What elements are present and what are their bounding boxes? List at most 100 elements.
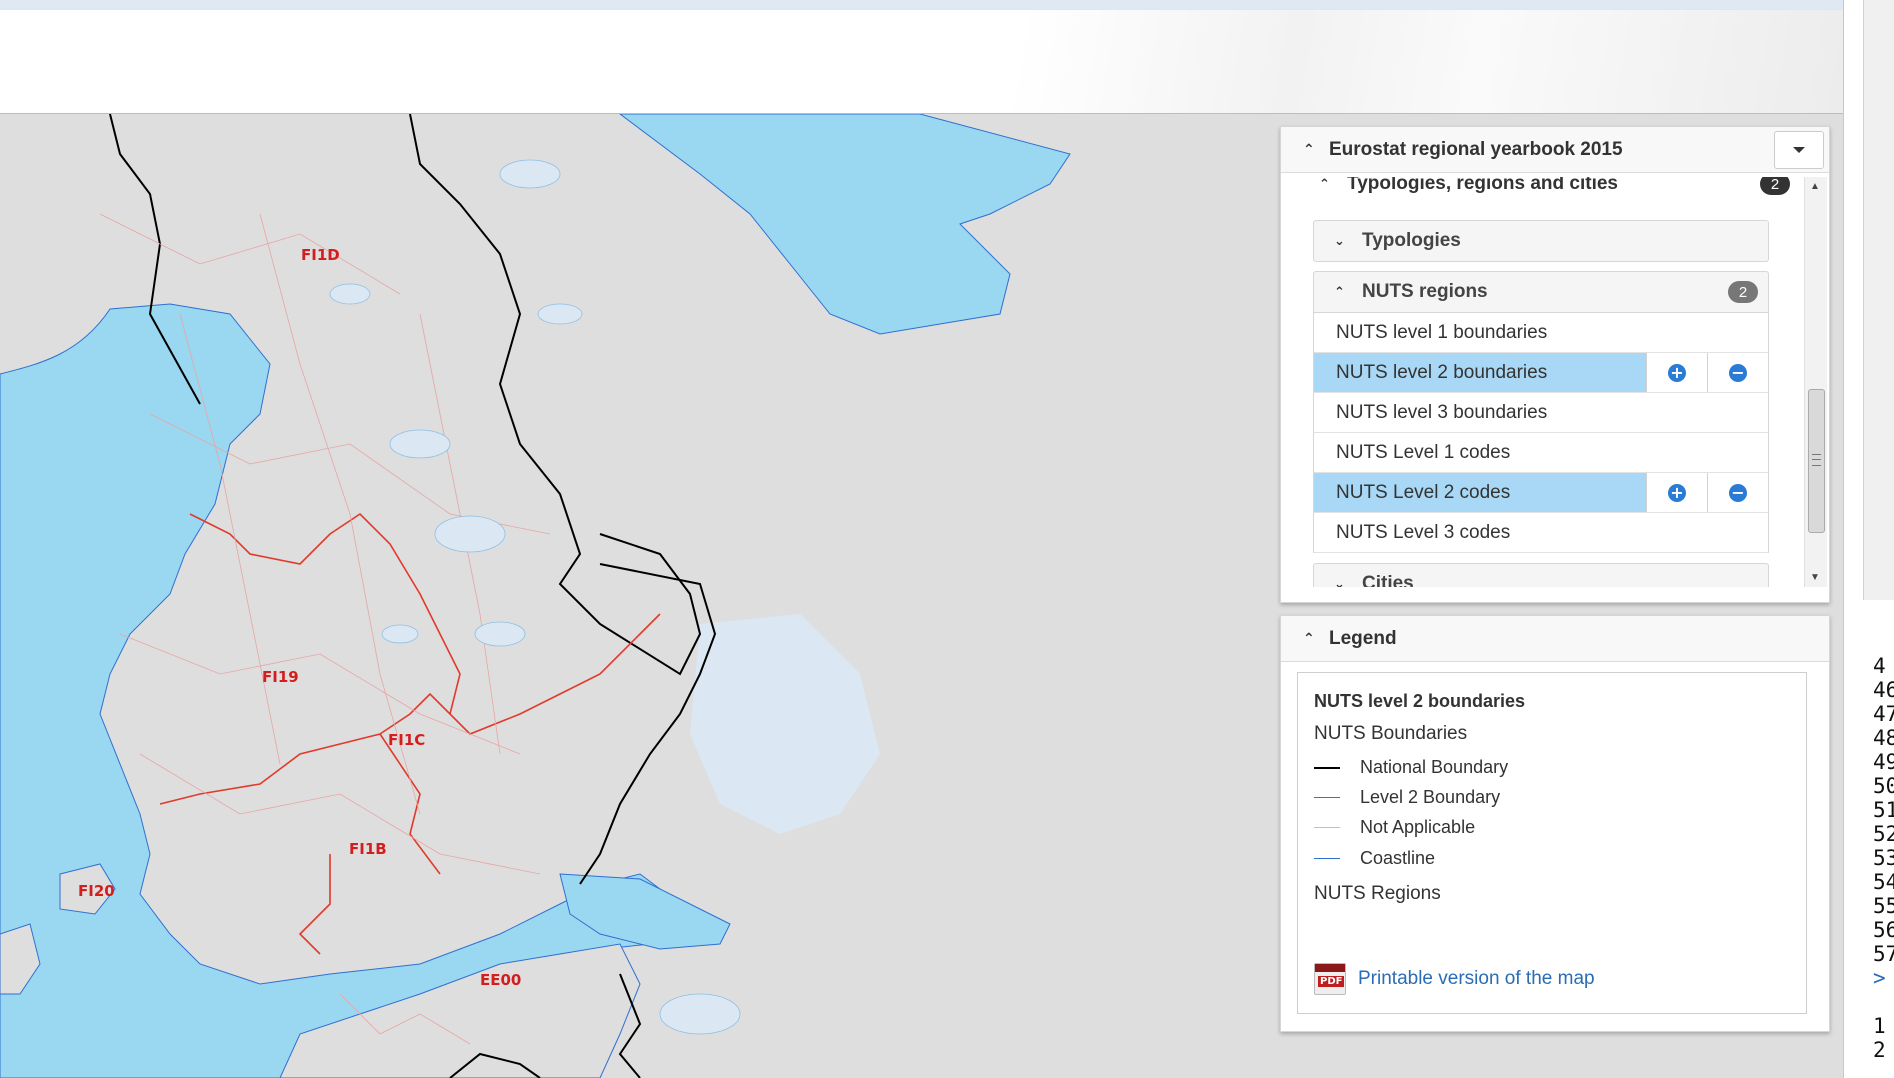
legend-panel: ⌃ Legend NUTS level 2 boundaries NUTS Bo… bbox=[1280, 615, 1830, 1032]
legend-swatch bbox=[1314, 858, 1340, 859]
row-number: 48 bbox=[1873, 726, 1894, 750]
layer-name: NUTS level 2 boundaries bbox=[1336, 361, 1548, 383]
legend-boundaries-heading: NUTS Boundaries bbox=[1314, 723, 1468, 744]
level-2-boundary bbox=[189, 512, 661, 735]
nuts-regions-label: NUTS regions bbox=[1362, 281, 1488, 302]
cities-group[interactable]: ⌄ Cities bbox=[1313, 563, 1769, 587]
layer-nuts-level-3-boundaries[interactable]: NUTS level 3 boundaries bbox=[1313, 393, 1769, 433]
level-2-boundary bbox=[298, 854, 331, 955]
row-number: 1 bbox=[1873, 1014, 1886, 1038]
scrollbar-thumb[interactable] bbox=[1808, 389, 1825, 533]
region-label-fi20: FI20 bbox=[78, 882, 115, 900]
layers-panel-header[interactable]: ⌃ Eurostat regional yearbook 2015 bbox=[1281, 127, 1829, 173]
row-number: 46 bbox=[1873, 678, 1894, 702]
section-label: Typologies, regions and cities bbox=[1347, 177, 1618, 194]
chevron-down-icon: ⌄ bbox=[1334, 576, 1345, 587]
chevron-up-icon: ⌃ bbox=[1319, 177, 1330, 191]
legend-swatch bbox=[1314, 766, 1340, 769]
legend-item-level-2-boundary: Level 2 Boundary bbox=[1314, 787, 1500, 808]
right-edge-scrollbar[interactable] bbox=[1863, 0, 1894, 600]
pdf-icon: PDF bbox=[1314, 963, 1346, 995]
row-number: 57 bbox=[1873, 942, 1894, 966]
layers-panel: ⌃ Eurostat regional yearbook 2015 ⌃ Typo… bbox=[1280, 126, 1830, 603]
layer-remove-button[interactable]: − bbox=[1707, 353, 1768, 392]
row-number: 53 bbox=[1873, 846, 1894, 870]
row-number: 55 bbox=[1873, 894, 1894, 918]
legend-regions-heading: NUTS Regions bbox=[1314, 883, 1441, 904]
region-label-fi19: FI19 bbox=[262, 668, 299, 686]
printable-map-link[interactable]: PDF Printable version of the map bbox=[1314, 963, 1595, 995]
legend-content: NUTS level 2 boundaries NUTS Boundaries … bbox=[1297, 672, 1807, 1014]
row-number: 4 bbox=[1873, 654, 1886, 678]
printable-map-link-text[interactable]: Printable version of the map bbox=[1358, 968, 1595, 990]
row-number: 50 bbox=[1873, 774, 1894, 798]
typologies-label: Typologies bbox=[1362, 230, 1461, 251]
legend-item-national-boundary: National Boundary bbox=[1314, 757, 1508, 778]
layer-nuts-level-2-codes[interactable]: NUTS Level 2 codes + − bbox=[1313, 473, 1769, 513]
layer-name: NUTS level 1 boundaries bbox=[1336, 321, 1548, 343]
legend-item-coastline: Coastline bbox=[1314, 848, 1435, 869]
grip-icon bbox=[1812, 454, 1821, 466]
layers-dropdown-button[interactable] bbox=[1774, 131, 1824, 169]
region-label-fi1c: FI1C bbox=[388, 731, 426, 749]
typologies-group[interactable]: ⌄ Typologies bbox=[1313, 220, 1769, 262]
chevron-down-icon: ⌄ bbox=[1334, 233, 1345, 248]
scroll-up-arrow-icon[interactable]: ▲ bbox=[1810, 181, 1820, 192]
section-typologies-regions-cities[interactable]: ⌃ Typologies, regions and cities 2 bbox=[1297, 177, 1800, 197]
lake-area bbox=[619, 114, 1071, 335]
minus-circle-icon: − bbox=[1729, 363, 1747, 382]
row-number: 47 bbox=[1873, 702, 1894, 726]
layer-nuts-level-3-codes[interactable]: NUTS Level 3 codes bbox=[1313, 513, 1769, 553]
legend-item-label: Level 2 Boundary bbox=[1360, 787, 1501, 807]
row-number: 56 bbox=[1873, 918, 1894, 942]
row-number: 51 bbox=[1873, 798, 1894, 822]
layer-name: NUTS Level 1 codes bbox=[1336, 441, 1511, 463]
right-edge-panel: 4 46 47 48 49 50 51 52 53 54 55 56 57 > … bbox=[1843, 0, 1894, 1078]
row-number: 52 bbox=[1873, 822, 1894, 846]
layer-nuts-level-1-boundaries[interactable]: NUTS level 1 boundaries bbox=[1313, 313, 1769, 353]
legend-item-label: National Boundary bbox=[1360, 757, 1509, 777]
region-label-ee00: EE00 bbox=[480, 971, 522, 989]
scroll-down-arrow-icon[interactable]: ▼ bbox=[1810, 572, 1820, 583]
caret-down-icon bbox=[1793, 147, 1805, 153]
row-more-link[interactable]: > bbox=[1873, 966, 1886, 990]
region-label-fi1d: FI1D bbox=[301, 246, 340, 264]
layers-panel-body: ⌃ Typologies, regions and cities 2 ⌄ Typ… bbox=[1297, 177, 1802, 587]
level-2-boundary bbox=[379, 733, 441, 875]
legend-layer-title: NUTS level 2 boundaries bbox=[1314, 691, 1526, 711]
legend-swatch bbox=[1314, 797, 1340, 798]
chevron-up-icon: ⌃ bbox=[1334, 284, 1345, 299]
chevron-up-icon[interactable]: ⌃ bbox=[1303, 630, 1319, 647]
layer-remove-button[interactable]: − bbox=[1707, 473, 1768, 512]
legend-item-label: Coastline bbox=[1360, 848, 1436, 868]
legend-item-label: Not Applicable bbox=[1360, 817, 1476, 837]
page-header bbox=[0, 10, 1843, 115]
legend-title: Legend bbox=[1329, 627, 1397, 649]
layers-scrollbar[interactable]: ▲ ▼ bbox=[1804, 177, 1827, 587]
lake-area bbox=[690, 614, 880, 834]
region-label-fi1b: FI1B bbox=[349, 840, 387, 858]
national-boundary bbox=[409, 114, 702, 676]
layer-name: NUTS Level 2 codes bbox=[1336, 481, 1511, 503]
row-number: 54 bbox=[1873, 870, 1894, 894]
layer-name: NUTS Level 3 codes bbox=[1336, 521, 1511, 543]
chevron-up-icon[interactable]: ⌃ bbox=[1303, 141, 1319, 158]
legend-header[interactable]: ⌃ Legend bbox=[1281, 616, 1829, 662]
row-number: 2 bbox=[1873, 1038, 1886, 1062]
layer-name: NUTS level 3 boundaries bbox=[1336, 401, 1548, 423]
layer-info-button[interactable]: + bbox=[1646, 353, 1707, 392]
row-number: 49 bbox=[1873, 750, 1894, 774]
layer-info-button[interactable]: + bbox=[1646, 473, 1707, 512]
plus-circle-icon: + bbox=[1668, 483, 1686, 502]
legend-swatch bbox=[1314, 827, 1340, 828]
section-count-badge: 2 bbox=[1760, 177, 1790, 195]
nuts-regions-group[interactable]: ⌃ NUTS regions 2 bbox=[1313, 271, 1769, 313]
layer-nuts-level-1-codes[interactable]: NUTS Level 1 codes bbox=[1313, 433, 1769, 473]
plus-circle-icon: + bbox=[1668, 363, 1686, 382]
layer-nuts-level-2-boundaries[interactable]: NUTS level 2 boundaries + − bbox=[1313, 353, 1769, 393]
legend-item-not-applicable: Not Applicable bbox=[1314, 817, 1475, 838]
level-2-boundary bbox=[159, 692, 451, 805]
minus-circle-icon: − bbox=[1729, 483, 1747, 502]
nuts-count-badge: 2 bbox=[1728, 281, 1758, 303]
layers-panel-title: Eurostat regional yearbook 2015 bbox=[1329, 138, 1623, 160]
